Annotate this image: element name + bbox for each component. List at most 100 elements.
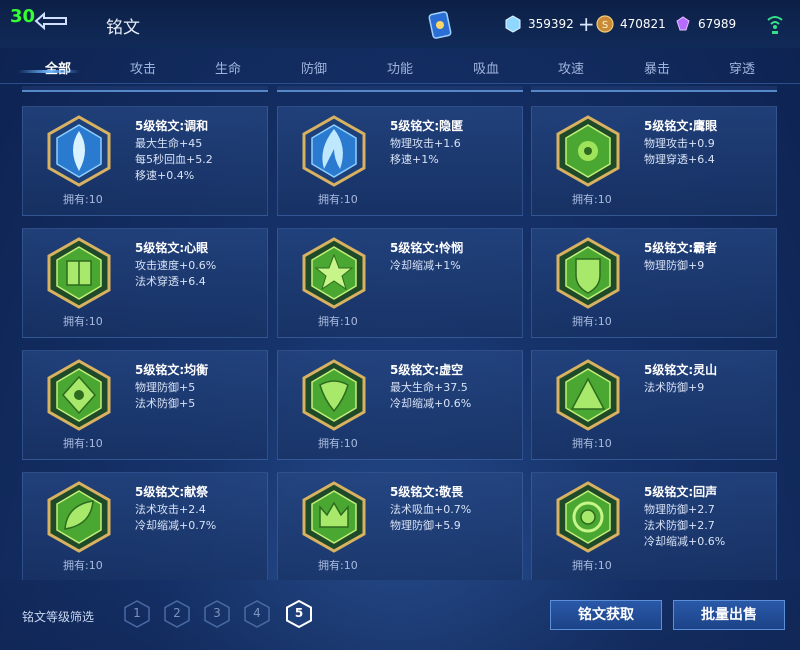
green-book-icon: [47, 237, 111, 309]
green-echo-icon: [556, 481, 620, 553]
rune-card[interactable]: 5级铭文:隐匿 物理攻击+1.6 移速+1% 拥有:10: [277, 106, 523, 216]
diamond-amount: 359392: [528, 17, 574, 31]
tab-penetration[interactable]: 穿透: [712, 58, 772, 77]
diamond-icon: [505, 15, 521, 33]
rune-card[interactable]: 5级铭文:霸者 物理防御+9 拥有:10: [531, 228, 777, 338]
rune-owned-count: 拥有:10: [63, 193, 103, 206]
rune-card[interactable]: 5级铭文:敬畏 法术吸血+0.7% 物理防御+5.9 拥有:10: [277, 472, 523, 580]
rune-owned-count: 拥有:10: [318, 437, 358, 450]
rune-grid[interactable]: 5级铭文:调和 最大生命+45 每5秒回血+5.2 移速+0.4% 拥有:10 …: [0, 86, 800, 580]
category-tabs: 全部 攻击 生命 防御 功能 吸血 攻速 暴击 穿透: [0, 48, 800, 84]
rune-name: 5级铭文:回声: [644, 485, 718, 499]
active-tab-indicator: [18, 70, 80, 73]
rune-name: 5级铭文:献祭: [135, 485, 209, 499]
blue-flame-icon: [302, 115, 366, 187]
rune-stats: 物理攻击+0.9 物理穿透+6.4: [644, 137, 715, 166]
rune-stats: 法术吸血+0.7% 物理防御+5.9: [390, 503, 472, 532]
rune-card[interactable]: 5级铭文:心眼 攻击速度+0.6% 法术穿透+6.4 拥有:10: [22, 228, 268, 338]
rune-card[interactable]: 5级铭文:回声 物理防御+2.7 法术防御+2.7 冷却缩减+0.6% 拥有:1…: [531, 472, 777, 580]
green-star-icon: [302, 237, 366, 309]
blue-water-drop-icon: [47, 115, 111, 187]
rune-stats: 物理攻击+1.6 移速+1%: [390, 137, 461, 166]
level-filter-4[interactable]: 4: [244, 600, 270, 628]
tab-attack-speed[interactable]: 攻速: [541, 58, 601, 77]
rune-name: 5级铭文:敬畏: [390, 485, 464, 499]
rune-card[interactable]: 5级铭文:均衡 物理防御+5 法术防御+5 拥有:10: [22, 350, 268, 460]
rune-owned-count: 拥有:10: [63, 437, 103, 450]
green-eye-icon: [556, 115, 620, 187]
rune-card[interactable]: 5级铭文:鹰眼 物理攻击+0.9 物理穿透+6.4 拥有:10: [531, 106, 777, 216]
green-leaf-icon: [47, 481, 111, 553]
rune-stats: 物理防御+2.7 法术防御+2.7 冷却缩减+0.6%: [644, 503, 726, 548]
gold-amount: 470821: [620, 17, 666, 31]
list-item: [22, 86, 268, 92]
rune-name: 5级铭文:心眼: [135, 241, 209, 255]
level-filter-3[interactable]: 3: [204, 600, 230, 628]
rune-card-icon[interactable]: [426, 10, 454, 40]
list-item: [277, 86, 523, 92]
rune-stats: 物理防御+9: [644, 259, 705, 272]
gold-coin-icon: S: [596, 15, 614, 33]
rune-owned-count: 拥有:10: [318, 315, 358, 328]
rune-name: 5级铭文:怜悯: [390, 241, 464, 255]
tab-critical[interactable]: 暴击: [627, 58, 687, 77]
green-balance-icon: [47, 359, 111, 431]
svg-text:S: S: [602, 20, 608, 31]
rune-owned-count: 拥有:10: [63, 315, 103, 328]
rune-name: 5级铭文:均衡: [135, 363, 209, 377]
green-mountain-icon: [556, 359, 620, 431]
level-filter-5[interactable]: 5: [286, 599, 312, 629]
green-shield-icon: [556, 237, 620, 309]
rune-acquire-button[interactable]: 铭文获取: [550, 600, 662, 630]
rune-owned-count: 拥有:10: [572, 315, 612, 328]
rune-card[interactable]: 5级铭文:怜悯 冷却缩减+1% 拥有:10: [277, 228, 523, 338]
crystal-amount: 67989: [698, 17, 737, 31]
back-arrow-icon: [34, 11, 67, 31]
tab-lifesteal[interactable]: 吸血: [456, 58, 516, 77]
rune-stats: 法术防御+9: [644, 381, 705, 394]
level-filter-1[interactable]: 1: [124, 600, 150, 628]
rune-stats: 物理防御+5 法术防御+5: [135, 381, 196, 410]
rune-stats: 法术攻击+2.4 冷却缩减+0.7%: [135, 503, 217, 532]
top-bar: 30 铭文 359392 + S 470821 67989: [0, 0, 800, 48]
level-filter-label: 铭文等级筛选: [22, 610, 95, 624]
currency-diamond: 359392 +: [504, 14, 595, 34]
rune-owned-count: 拥有:10: [318, 193, 358, 206]
tab-health[interactable]: 生命: [198, 58, 258, 77]
rune-name: 5级铭文:灵山: [644, 363, 718, 377]
green-crown-icon: [302, 481, 366, 553]
tab-all[interactable]: 全部: [28, 58, 88, 77]
currency-crystal: 67989: [674, 14, 736, 34]
rune-owned-count: 拥有:10: [318, 559, 358, 572]
list-item: [531, 86, 777, 92]
tab-attack[interactable]: 攻击: [113, 58, 173, 77]
rune-card[interactable]: 5级铭文:虚空 最大生命+37.5 冷却缩减+0.6% 拥有:10: [277, 350, 523, 460]
level-filter-2[interactable]: 2: [164, 600, 190, 628]
rune-card[interactable]: 5级铭文:献祭 法术攻击+2.4 冷却缩减+0.7% 拥有:10: [22, 472, 268, 580]
page-title: 铭文: [106, 18, 140, 38]
green-void-icon: [302, 359, 366, 431]
rune-name: 5级铭文:鹰眼: [644, 119, 718, 133]
rune-stats: 最大生命+45 每5秒回血+5.2 移速+0.4%: [135, 137, 213, 182]
rune-name: 5级铭文:虚空: [390, 363, 464, 377]
bottom-bar: 铭文等级筛选 1 2 3 4 5 铭文获取 批量出售: [0, 580, 800, 650]
crystal-icon: [676, 16, 690, 31]
rune-name: 5级铭文:调和: [135, 119, 209, 133]
rune-stats: 最大生命+37.5 冷却缩减+0.6%: [390, 381, 472, 410]
tab-function[interactable]: 功能: [370, 58, 430, 77]
add-diamond-button[interactable]: +: [578, 14, 595, 34]
wifi-signal-icon: [767, 16, 783, 34]
rune-owned-count: 拥有:10: [572, 193, 612, 206]
rune-name: 5级铭文:霸者: [644, 241, 718, 255]
rune-stats: 攻击速度+0.6% 法术穿透+6.4: [135, 259, 217, 288]
rune-name: 5级铭文:隐匿: [390, 119, 464, 133]
rune-card[interactable]: 5级铭文:调和 最大生命+45 每5秒回血+5.2 移速+0.4% 拥有:10: [22, 106, 268, 216]
rune-owned-count: 拥有:10: [572, 437, 612, 450]
rune-card[interactable]: 5级铭文:灵山 法术防御+9 拥有:10: [531, 350, 777, 460]
tab-defense[interactable]: 防御: [284, 58, 344, 77]
rune-stats: 冷却缩减+1%: [390, 259, 461, 272]
back-button[interactable]: [32, 10, 70, 32]
currency-gold: S 470821: [596, 14, 666, 34]
batch-sell-button[interactable]: 批量出售: [673, 600, 785, 630]
rune-owned-count: 拥有:10: [572, 559, 612, 572]
